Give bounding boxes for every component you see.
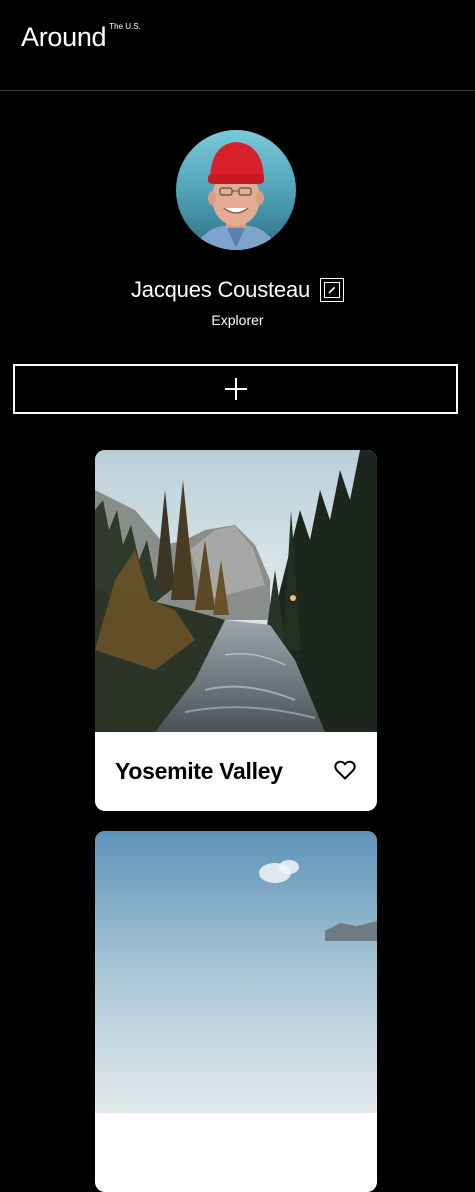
header: Around The U.S.: [0, 0, 475, 91]
edit-profile-button[interactable]: [320, 278, 345, 302]
card: [95, 831, 377, 1192]
profile-name: Jacques Cousteau: [130, 277, 311, 302]
card: Yosemite Valley: [95, 450, 377, 811]
plus-icon: [224, 378, 247, 400]
pencil-icon: [324, 282, 341, 298]
logo-superscript: The U.S.: [109, 22, 141, 31]
like-button[interactable]: [333, 760, 357, 784]
avatar[interactable]: [176, 130, 296, 250]
card-footer: [95, 1113, 377, 1192]
logo: Around The U.S.: [21, 21, 141, 53]
logo-text: Around: [21, 22, 107, 52]
card-footer: Yosemite Valley: [95, 732, 377, 811]
name-row: Jacques Cousteau: [0, 277, 475, 303]
card-title: Yosemite Valley: [115, 758, 283, 784]
add-card-button[interactable]: [13, 364, 458, 414]
avatar-photo: [176, 130, 296, 250]
profile-about: Explorer: [211, 312, 264, 328]
heart-icon: [334, 760, 356, 780]
card-image[interactable]: [95, 831, 377, 1113]
card-image[interactable]: [95, 450, 377, 732]
profile-section: Jacques Cousteau Explorer: [0, 91, 475, 414]
